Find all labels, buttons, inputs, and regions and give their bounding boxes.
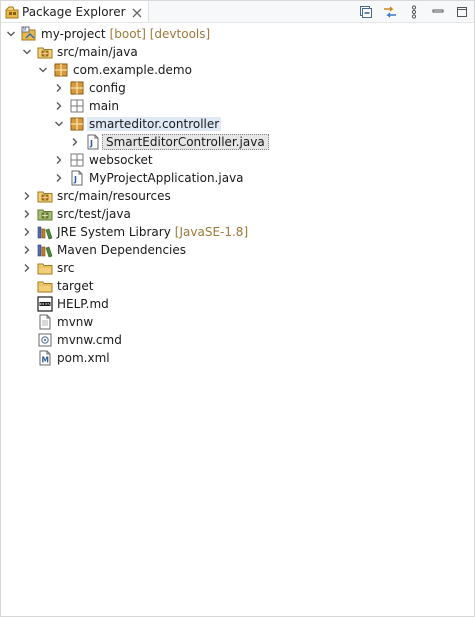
tree-item-label: smarteditor.controller [87,117,222,131]
package-icon [53,62,69,78]
text-file-icon [37,314,53,330]
chevron-right-icon[interactable] [21,187,33,205]
tree-item-help-md[interactable]: HELP.md [1,295,474,313]
collapse-all-icon[interactable] [358,4,374,20]
maven-pom-icon: M [37,350,53,366]
library-icon [37,224,53,240]
empty-package-icon [69,98,85,114]
tree-item-label: com.example.demo [73,63,192,77]
java-file-icon: J [85,134,101,150]
svg-text:M: M [42,356,49,365]
tree-item-label: mvnw.cmd [57,333,122,347]
script-file-icon [37,332,53,348]
tree-item-src-test-java[interactable]: src/test/java [1,205,474,223]
tree-item-label: src/main/resources [57,189,171,203]
chevron-down-icon[interactable] [21,43,33,61]
project-icon: M [21,26,37,42]
view-titlebar: Package Explorer [1,1,474,23]
folder-icon [37,278,53,294]
tree-item-src-main-java[interactable]: src/main/java [1,43,474,61]
tree-item-src-main-resources[interactable]: src/main/resources [1,187,474,205]
chevron-right-icon[interactable] [53,151,65,169]
chevron-right-icon[interactable] [53,79,65,97]
tree-item-maven-dependencies[interactable]: Maven Dependencies [1,241,474,259]
empty-package-icon [69,152,85,168]
tree-item-src-folder[interactable]: src [1,259,474,277]
chevron-right-icon[interactable] [69,133,81,151]
svg-text:J: J [89,139,93,148]
chevron-down-icon[interactable] [53,115,65,133]
project-tree: M my-project [boot] [devtools] src/main/… [1,25,474,367]
folder-icon [37,260,53,276]
package-icon [69,80,85,96]
tree-item-label: target [57,279,94,293]
tree-item-package-config[interactable]: config [1,79,474,97]
tree-item-target-folder[interactable]: target [1,277,474,295]
tab-label: Package Explorer [22,4,126,19]
chevron-down-icon[interactable] [37,61,49,79]
tree-item-package-demo[interactable]: com.example.demo [1,61,474,79]
tree-item-label: websocket [89,153,153,167]
java-file-icon: J [69,170,85,186]
tab-package-explorer[interactable]: Package Explorer [1,1,149,22]
link-with-editor-icon[interactable] [382,4,398,20]
chevron-right-icon[interactable] [21,223,33,241]
close-icon[interactable] [132,7,142,17]
tree-item-label: pom.xml [57,351,110,365]
svg-text:J: J [73,175,77,184]
tree-item-package-controller[interactable]: smarteditor.controller [1,115,474,133]
tree-item-label: src/main/java [57,45,138,59]
package-explorer-icon [5,5,19,19]
package-explorer-view: Package Explorer M my-project [boot] [de… [0,0,475,617]
tree-item-label: HELP.md [57,297,109,311]
view-toolbar [350,3,470,20]
tree-item-file-controller[interactable]: J SmartEditorController.java [1,133,474,151]
tree-item-decoration: [boot] [devtools] [109,27,211,41]
tree-item-label: src [57,261,75,275]
tree-item-label: SmartEditorController.java [102,134,269,150]
chevron-right-icon[interactable] [53,97,65,115]
view-menu-icon[interactable] [406,4,422,20]
tree-item-project[interactable]: M my-project [boot] [devtools] [1,25,474,43]
tree-item-package-websocket[interactable]: websocket [1,151,474,169]
source-folder-icon [37,188,53,204]
tree-item-mvnw-cmd[interactable]: mvnw.cmd [1,331,474,349]
test-source-folder-icon [37,206,53,222]
chevron-right-icon[interactable] [21,259,33,277]
chevron-right-icon[interactable] [21,205,33,223]
tree-item-mvnw[interactable]: mvnw [1,313,474,331]
svg-text:M: M [23,27,27,32]
maximize-icon[interactable] [454,4,470,20]
chevron-right-icon[interactable] [53,169,65,187]
source-folder-icon [37,44,53,60]
tree-item-label: my-project [41,27,106,41]
tree-item-pom-xml[interactable]: M pom.xml [1,349,474,367]
tree-item-label: JRE System Library [57,225,171,239]
tree-item-label: mvnw [57,315,94,329]
tree-item-jre-library[interactable]: JRE System Library [JavaSE-1.8] [1,223,474,241]
tree-item-label: src/test/java [57,207,131,221]
tree-item-file-application[interactable]: J MyProjectApplication.java [1,169,474,187]
package-icon [69,116,85,132]
tree-item-label: config [89,81,126,95]
markdown-file-icon [37,296,53,312]
chevron-down-icon[interactable] [5,25,17,43]
tree-item-label: Maven Dependencies [57,243,187,257]
tree-item-label: MyProjectApplication.java [89,171,244,185]
minimize-icon[interactable] [430,4,446,20]
chevron-right-icon[interactable] [21,241,33,259]
tree-item-package-main[interactable]: main [1,97,474,115]
tree-item-label: main [89,99,119,113]
tree-item-decoration: [JavaSE-1.8] [174,225,249,239]
library-icon [37,242,53,258]
